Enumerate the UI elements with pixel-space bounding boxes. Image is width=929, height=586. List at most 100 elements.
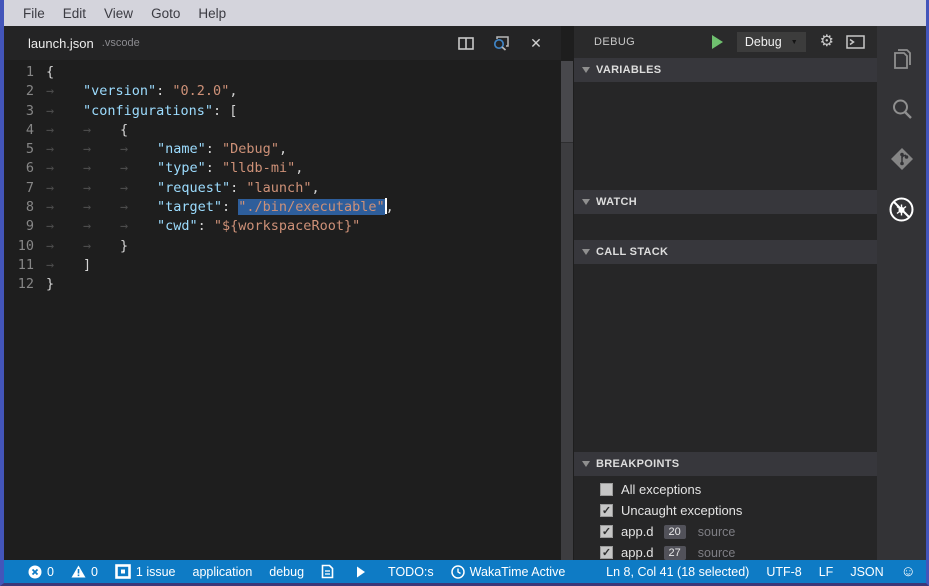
breakpoint-checkbox[interactable] (600, 483, 613, 496)
debug-console-icon[interactable] (846, 35, 865, 49)
editor-scrollbar[interactable] (561, 26, 574, 560)
editor-tab-bar: launch.json .vscode ✕ (4, 26, 561, 60)
warning-count[interactable]: 0 (71, 565, 98, 579)
code-editor[interactable]: 1{2→"version": "0.2.0",3→"configurations… (4, 60, 561, 560)
report-file-button[interactable] (321, 564, 339, 579)
call-stack-body (574, 264, 877, 452)
code-line[interactable]: 11→] (4, 256, 561, 275)
debug-sidebar: DEBUG Debug ▼ ⚙ VARIABLES WATCH (574, 26, 877, 560)
code-token: , (295, 160, 303, 176)
code-token: "target" (157, 199, 222, 215)
section-call-stack[interactable]: CALL STACK (574, 240, 877, 264)
debug-icon[interactable] (877, 184, 926, 234)
menu-item-file[interactable]: File (14, 6, 54, 21)
debug-panel-header: DEBUG Debug ▼ ⚙ (574, 26, 877, 58)
language-mode-status[interactable]: JSON (850, 565, 883, 579)
code-line[interactable]: 12} (4, 275, 561, 294)
code-token: , (279, 141, 287, 157)
code-token: "request" (157, 180, 230, 196)
tab-whitespace: → (83, 179, 120, 198)
code-line[interactable]: 10→→} (4, 237, 561, 256)
code-token: "lldb-mi" (222, 160, 295, 176)
section-watch[interactable]: WATCH (574, 190, 877, 214)
code-token: "version" (83, 83, 156, 99)
debug-config-value: Debug (745, 35, 782, 49)
gear-icon[interactable]: ⚙ (820, 34, 834, 50)
breakpoint-row[interactable]: ✓Uncaught exceptions (574, 500, 877, 521)
collapse-icon (582, 461, 590, 467)
scrollbar-thumb[interactable] (561, 61, 573, 143)
breakpoint-checkbox[interactable]: ✓ (600, 504, 613, 517)
cursor-position-status[interactable]: Ln 8, Col 41 (18 selected) (606, 565, 749, 579)
breakpoint-row[interactable]: All exceptions (574, 479, 877, 500)
tab-whitespace: → (46, 82, 83, 101)
report-file-icon (321, 564, 334, 579)
code-token: "launch" (246, 180, 311, 196)
code-line[interactable]: 1{ (4, 63, 561, 82)
code-line[interactable]: 2→"version": "0.2.0", (4, 82, 561, 101)
todo-label: TODO:s (388, 565, 434, 579)
run-task-button[interactable] (356, 566, 371, 578)
code-token: "configurations" (83, 103, 213, 119)
open-preview-icon[interactable] (492, 35, 510, 51)
code-line[interactable]: 5→→→"name": "Debug", (4, 140, 561, 159)
breakpoint-row[interactable]: ✓app.d20source (574, 521, 877, 542)
encoding-status[interactable]: UTF-8 (766, 565, 801, 579)
close-icon[interactable]: ✕ (527, 35, 545, 51)
run-icon[interactable] (712, 35, 723, 49)
explorer-icon[interactable] (877, 34, 926, 84)
tab-whitespace: → (83, 140, 120, 159)
wakatime-label: WakaTime Active (470, 565, 566, 579)
section-variables[interactable]: VARIABLES (574, 58, 877, 82)
code-token: ] (83, 257, 91, 273)
menu-bar: FileEditViewGotoHelp (4, 0, 926, 26)
menu-item-view[interactable]: View (95, 6, 142, 21)
issues-status[interactable]: 1 issue (115, 564, 176, 579)
breakpoint-source-label: source (698, 525, 736, 539)
breakpoint-checkbox[interactable]: ✓ (600, 525, 613, 538)
code-token: } (120, 238, 128, 254)
breakpoint-label: All exceptions (621, 482, 701, 497)
wakatime-status[interactable]: WakaTime Active (451, 565, 566, 579)
code-line[interactable]: 3→"configurations": [ (4, 102, 561, 121)
menu-item-edit[interactable]: Edit (54, 6, 95, 21)
eol-status[interactable]: LF (819, 565, 834, 579)
tab-whitespace: → (46, 237, 83, 256)
search-icon[interactable] (877, 84, 926, 134)
tab-whitespace: → (46, 102, 83, 121)
section-breakpoints[interactable]: BREAKPOINTS (574, 452, 877, 476)
tab-title[interactable]: launch.json (28, 36, 94, 51)
code-line[interactable]: 4→→{ (4, 121, 561, 140)
code-line[interactable]: 7→→→"request": "launch", (4, 179, 561, 198)
tab-whitespace: → (46, 198, 83, 217)
project-status[interactable]: application (193, 565, 253, 579)
selected-text: "./bin/executable" (238, 199, 384, 215)
tab-whitespace: → (120, 198, 157, 217)
code-token: "Debug" (222, 141, 279, 157)
tab-whitespace: → (83, 121, 120, 140)
code-line[interactable]: 6→→→"type": "lldb-mi", (4, 159, 561, 178)
menu-item-goto[interactable]: Goto (142, 6, 189, 21)
error-icon (28, 565, 42, 579)
scrollbar-track[interactable] (561, 61, 573, 560)
line-number: 10 (4, 237, 46, 256)
error-count[interactable]: 0 (28, 565, 54, 579)
watch-body (574, 214, 877, 240)
tab-whitespace: → (46, 140, 83, 159)
line-number: 9 (4, 217, 46, 236)
feedback-smiley[interactable]: ☺ (901, 564, 916, 579)
code-line[interactable]: 8→→→"target": "./bin/executable", (4, 198, 561, 217)
menu-item-help[interactable]: Help (189, 6, 235, 21)
debug-config-dropdown[interactable]: Debug ▼ (737, 32, 806, 52)
source-control-icon[interactable] (877, 134, 926, 184)
breakpoint-checkbox[interactable]: ✓ (600, 546, 613, 559)
breakpoint-row[interactable]: ✓app.d27source (574, 542, 877, 563)
variables-body (574, 82, 877, 190)
cursor-position-label: Ln 8, Col 41 (18 selected) (606, 565, 749, 579)
split-editor-icon[interactable] (457, 35, 475, 51)
tab-whitespace: → (83, 217, 120, 236)
collapse-icon (582, 67, 590, 73)
build-mode-status[interactable]: debug (269, 565, 304, 579)
code-line[interactable]: 9→→→"cwd": "${workspaceRoot}" (4, 217, 561, 236)
todo-status[interactable]: TODO:s (388, 565, 434, 579)
